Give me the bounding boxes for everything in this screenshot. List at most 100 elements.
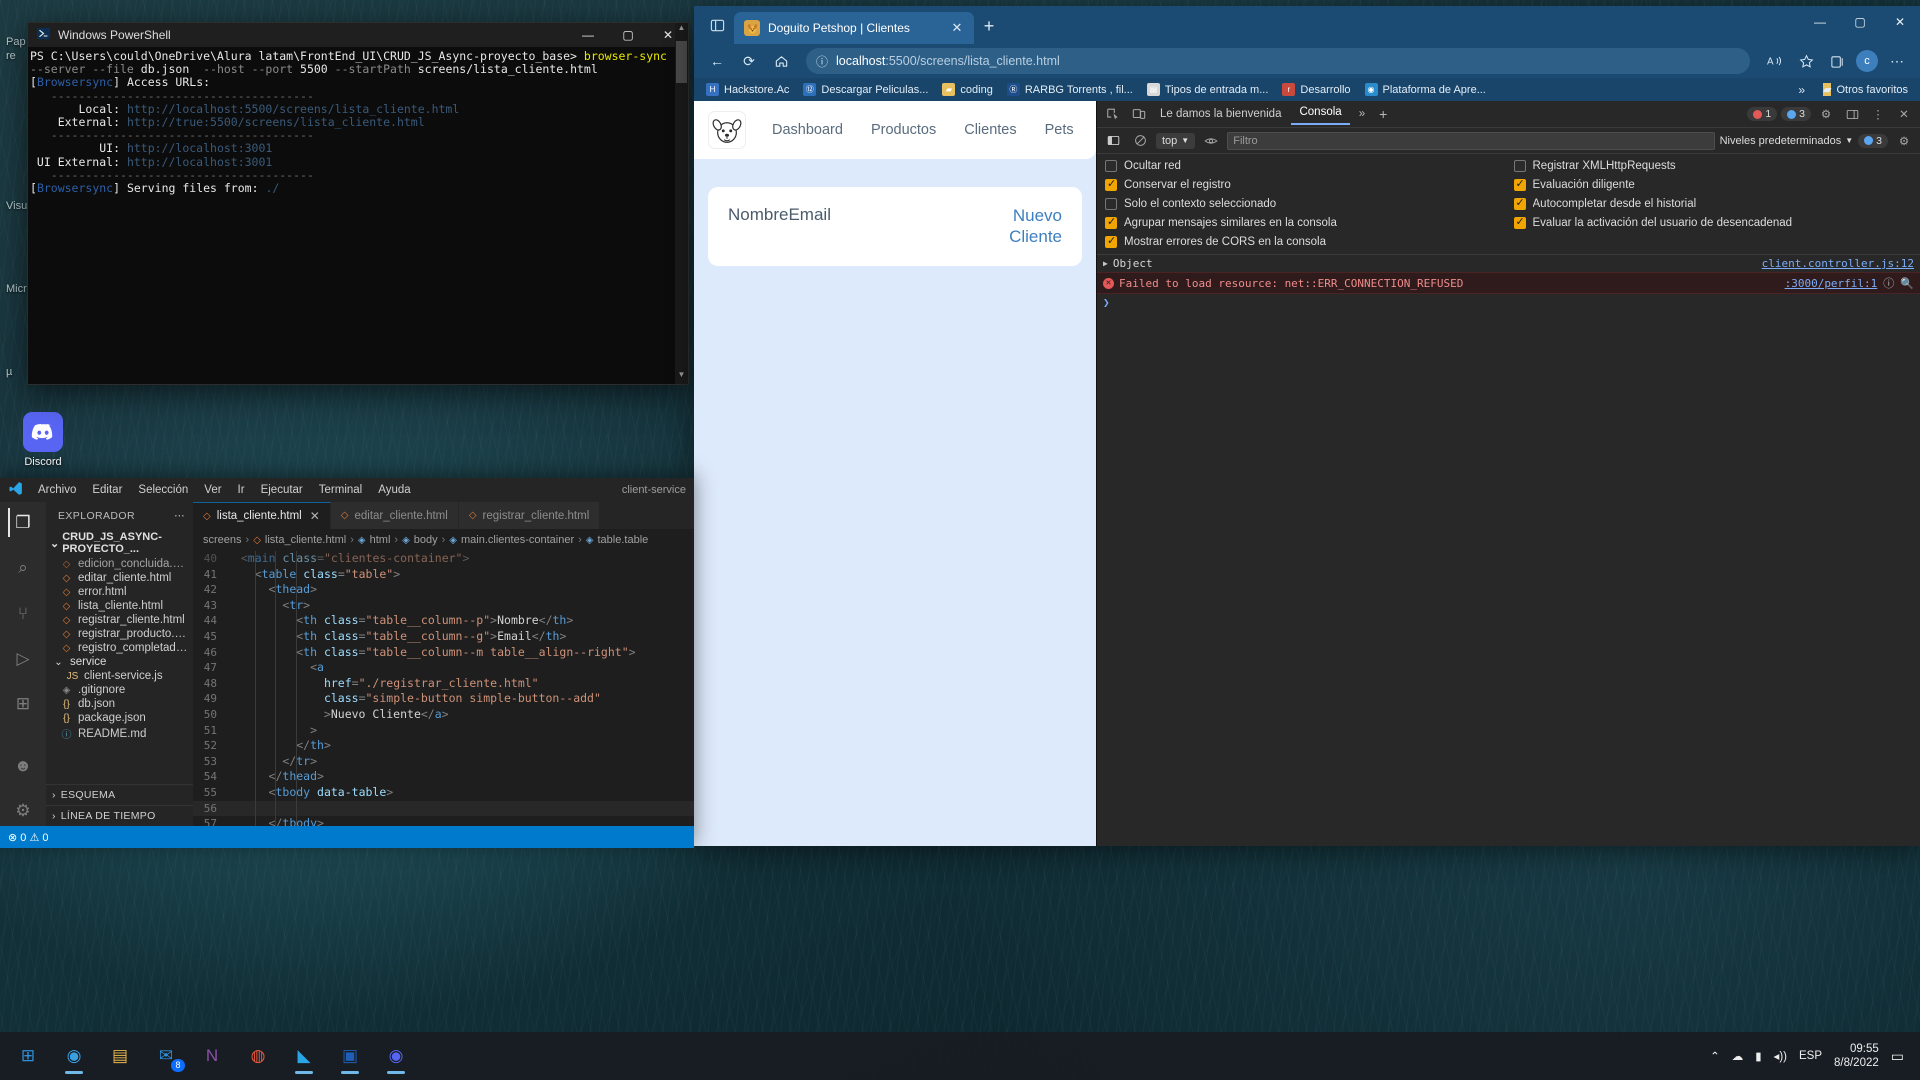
console-source-link[interactable]: client.controller.js:12 xyxy=(1762,257,1914,270)
code-line[interactable]: 41 <table class="table"> xyxy=(193,567,694,583)
powershell-output[interactable]: PS C:\Users\could\OneDrive\Alura latam\F… xyxy=(28,47,688,384)
collections-icon[interactable] xyxy=(1822,47,1852,75)
breadcrumb-item[interactable]: body xyxy=(414,534,438,546)
bookmark-item[interactable]: Ⓡ RARBG Torrents , fil... xyxy=(1001,81,1139,98)
taskbar-discord-icon[interactable]: ◉ xyxy=(374,1036,418,1076)
devtools-tabbar[interactable]: Le damos la bienvenida Consola » + 1 3 ⚙ xyxy=(1097,101,1920,128)
taskbar-powershell-icon[interactable]: ▣ xyxy=(328,1036,372,1076)
edge-browser-window[interactable]: Doguito Petshop | Clientes ✕ + — ▢ ✕ ← ⟳… xyxy=(694,6,1920,846)
code-line[interactable]: 52 </th> xyxy=(193,738,694,754)
browser-toolbar[interactable]: ← ⟳ ⓘ localhost:5500/screens/lista_clien… xyxy=(694,44,1920,78)
editor-tab[interactable]: ◇ editar_cliente.html xyxy=(330,502,459,529)
browser-maximize-button[interactable]: ▢ xyxy=(1840,6,1880,38)
console-sidebar-icon[interactable] xyxy=(1102,130,1124,151)
inspect-element-icon[interactable] xyxy=(1102,104,1124,125)
file-tree-item[interactable]: ◇ edicion_concluida.html xyxy=(46,557,193,571)
address-bar[interactable]: ⓘ localhost:5500/screens/lista_cliente.h… xyxy=(806,48,1750,74)
scroll-down-arrow[interactable]: ▼ xyxy=(675,370,688,384)
expand-triangle-icon[interactable]: ▶ xyxy=(1103,259,1108,268)
taskbar-items[interactable]: ⊞ ◉ ▤ ✉ 8 N ◍ ◣ ▣ ◉ xyxy=(6,1036,418,1076)
file-tree-item[interactable]: {} package.json xyxy=(46,711,193,725)
console-context-selector[interactable]: top ▼ xyxy=(1156,132,1196,149)
vscode-menubar[interactable]: Archivo Editar Selección Ver Ir Ejecutar Termi… xyxy=(0,478,694,502)
browser-more-icon[interactable]: ⋯ xyxy=(1882,47,1912,75)
vscode-window[interactable]: Archivo Editar Selección Ver Ir Ejecutar Termi… xyxy=(0,478,694,848)
sidebar-section[interactable]: › ESQUEMA xyxy=(46,784,193,805)
code-line[interactable]: 55 <tbody data-table> xyxy=(193,785,694,801)
dock-icon[interactable] xyxy=(1841,104,1863,125)
file-tree-item[interactable]: ◇ registrar_cliente.html xyxy=(46,613,193,627)
console-setting-checkbox[interactable]: Mostrar errores de CORS en la consola xyxy=(1105,236,1508,248)
file-tree-item[interactable]: ◈ .gitignore xyxy=(46,683,193,697)
activitybar-accounts-icon[interactable]: ☻ xyxy=(8,751,38,780)
powershell-titlebar[interactable]: Windows PowerShell — ▢ ✕ xyxy=(28,23,688,47)
code-line[interactable]: 44 <th class="table__column--p">Nombre</… xyxy=(193,613,694,629)
browser-minimize-button[interactable]: — xyxy=(1800,6,1840,38)
bookmark-item[interactable]: ⑫ Descargar Peliculas... xyxy=(797,81,934,98)
breadcrumb-item[interactable]: lista_cliente.html xyxy=(265,534,346,546)
vscode-menu-ayuda[interactable]: Ayuda xyxy=(370,482,418,498)
editor-tabbar[interactable]: ◇ lista_cliente.html ✕ ◇ editar_cliente.html… xyxy=(193,502,694,529)
code-line[interactable]: 53 </tr> xyxy=(193,754,694,770)
taskbar-start-icon[interactable]: ⊞ xyxy=(6,1036,50,1076)
console-setting-checkbox[interactable]: Registrar XMLHttpRequests xyxy=(1513,160,1917,172)
console-filter-input[interactable]: Filtro xyxy=(1227,131,1715,150)
code-line[interactable]: 47 <a xyxy=(193,660,694,676)
info-icon[interactable]: ⓘ xyxy=(1883,275,1894,291)
console-setting-checkbox[interactable]: Solo el contexto seleccionado xyxy=(1105,198,1508,210)
desktop-icon-discord[interactable]: Discord xyxy=(5,412,81,468)
code-line[interactable]: 48 href="./registrar_cliente.html" xyxy=(193,676,694,692)
powershell-scrollbar[interactable]: ▲ ▼ xyxy=(675,23,688,384)
checkbox-icon[interactable] xyxy=(1105,217,1117,229)
editor-tab[interactable]: ◇ lista_cliente.html ✕ xyxy=(193,502,331,529)
breadcrumb-item[interactable]: html xyxy=(370,534,391,546)
windows-taskbar[interactable]: ⊞ ◉ ▤ ✉ 8 N ◍ ◣ ▣ ◉ ⌃ ☁ ▮ ◂)) ESP 09:55 8/8/2022 … xyxy=(0,1032,1920,1080)
nav-item-dashboard[interactable]: Dashboard xyxy=(772,122,843,138)
taskbar-chrome-icon[interactable]: ◍ xyxy=(236,1036,280,1076)
devtools-tab-welcome[interactable]: Le damos la bienvenida xyxy=(1154,108,1287,120)
bookmark-item[interactable]: r Desarrollo xyxy=(1276,81,1356,98)
taskbar-mail-icon[interactable]: ✉ 8 xyxy=(144,1036,188,1076)
bookmark-item[interactable]: ▤ Tipos de entrada m... xyxy=(1141,81,1275,98)
activitybar-search-icon[interactable]: ⌕ xyxy=(8,553,38,582)
explorer-sections[interactable]: › ESQUEMA › LÍNEA DE TIEMPO xyxy=(46,784,193,826)
editor-tab-close-icon[interactable]: ✕ xyxy=(310,509,320,523)
vscode-menu-terminal[interactable]: Terminal xyxy=(311,482,370,498)
site-info-icon[interactable]: ⓘ xyxy=(816,53,828,70)
vscode-menu-seleccin[interactable]: Selección xyxy=(130,482,196,498)
powershell-minimize-button[interactable]: — xyxy=(568,23,608,47)
console-output[interactable]: ▶ Object client.controller.js:12 ✕ Failed to… xyxy=(1097,255,1920,846)
doguito-logo-icon[interactable] xyxy=(708,111,746,149)
code-line[interactable]: 51 > xyxy=(193,723,694,739)
nav-item-pets[interactable]: Pets xyxy=(1045,122,1074,138)
sidebar-section[interactable]: › LÍNEA DE TIEMPO xyxy=(46,805,193,826)
console-row-error[interactable]: ✕ Failed to load resource: net::ERR_CONNE… xyxy=(1097,272,1920,294)
page-viewport[interactable]: Dashboard Productos Clientes Pets Nombre… xyxy=(694,101,1096,846)
file-tree-item[interactable]: ◇ registro_completado.h... xyxy=(46,641,193,655)
breadcrumb-item[interactable]: table.table xyxy=(598,534,649,546)
file-tree-item[interactable]: ⌄ service xyxy=(46,655,193,669)
taskbar-file-explorer-icon[interactable]: ▤ xyxy=(98,1036,142,1076)
scrollbar-thumb[interactable] xyxy=(676,41,687,83)
console-setting-checkbox[interactable]: Conservar el registro xyxy=(1105,179,1508,191)
clear-console-icon[interactable] xyxy=(1129,130,1151,151)
settings-gear-icon[interactable]: ⚙ xyxy=(1893,130,1915,151)
bookmarks-overflow-icon[interactable]: » xyxy=(1794,83,1809,97)
vscode-menu-archivo[interactable]: Archivo xyxy=(30,482,84,498)
devtools-more-tabs-icon[interactable]: » xyxy=(1354,108,1370,120)
explorer-file-tree[interactable]: ◇ edicion_concluida.html ◇ editar_cliente.h… xyxy=(46,557,193,784)
checkbox-icon[interactable] xyxy=(1513,160,1526,172)
system-tray[interactable]: ⌃ ☁ ▮ ◂)) ESP 09:55 8/8/2022 ▭ xyxy=(1710,1042,1914,1070)
language-indicator[interactable]: ESP xyxy=(1799,1050,1822,1062)
vscode-menu-ver[interactable]: Ver xyxy=(196,482,229,498)
console-setting-checkbox[interactable]: Evaluación diligente xyxy=(1513,179,1917,191)
file-tree-item[interactable]: {} db.json xyxy=(46,697,193,711)
checkbox-icon[interactable] xyxy=(1105,160,1117,172)
code-line[interactable]: 57 </tbody> xyxy=(193,816,694,826)
onedrive-icon[interactable]: ☁ xyxy=(1732,1049,1744,1063)
file-tree-item[interactable]: JS client-service.js xyxy=(46,669,193,683)
activitybar-settings-icon[interactable]: ⚙ xyxy=(8,797,38,826)
issues-badge[interactable]: 3 xyxy=(1858,133,1888,148)
bookmark-folder-otros-favoritos[interactable]: ▰ Otros favoritos xyxy=(1817,81,1914,98)
taskbar-clock[interactable]: 09:55 8/8/2022 xyxy=(1834,1042,1879,1070)
